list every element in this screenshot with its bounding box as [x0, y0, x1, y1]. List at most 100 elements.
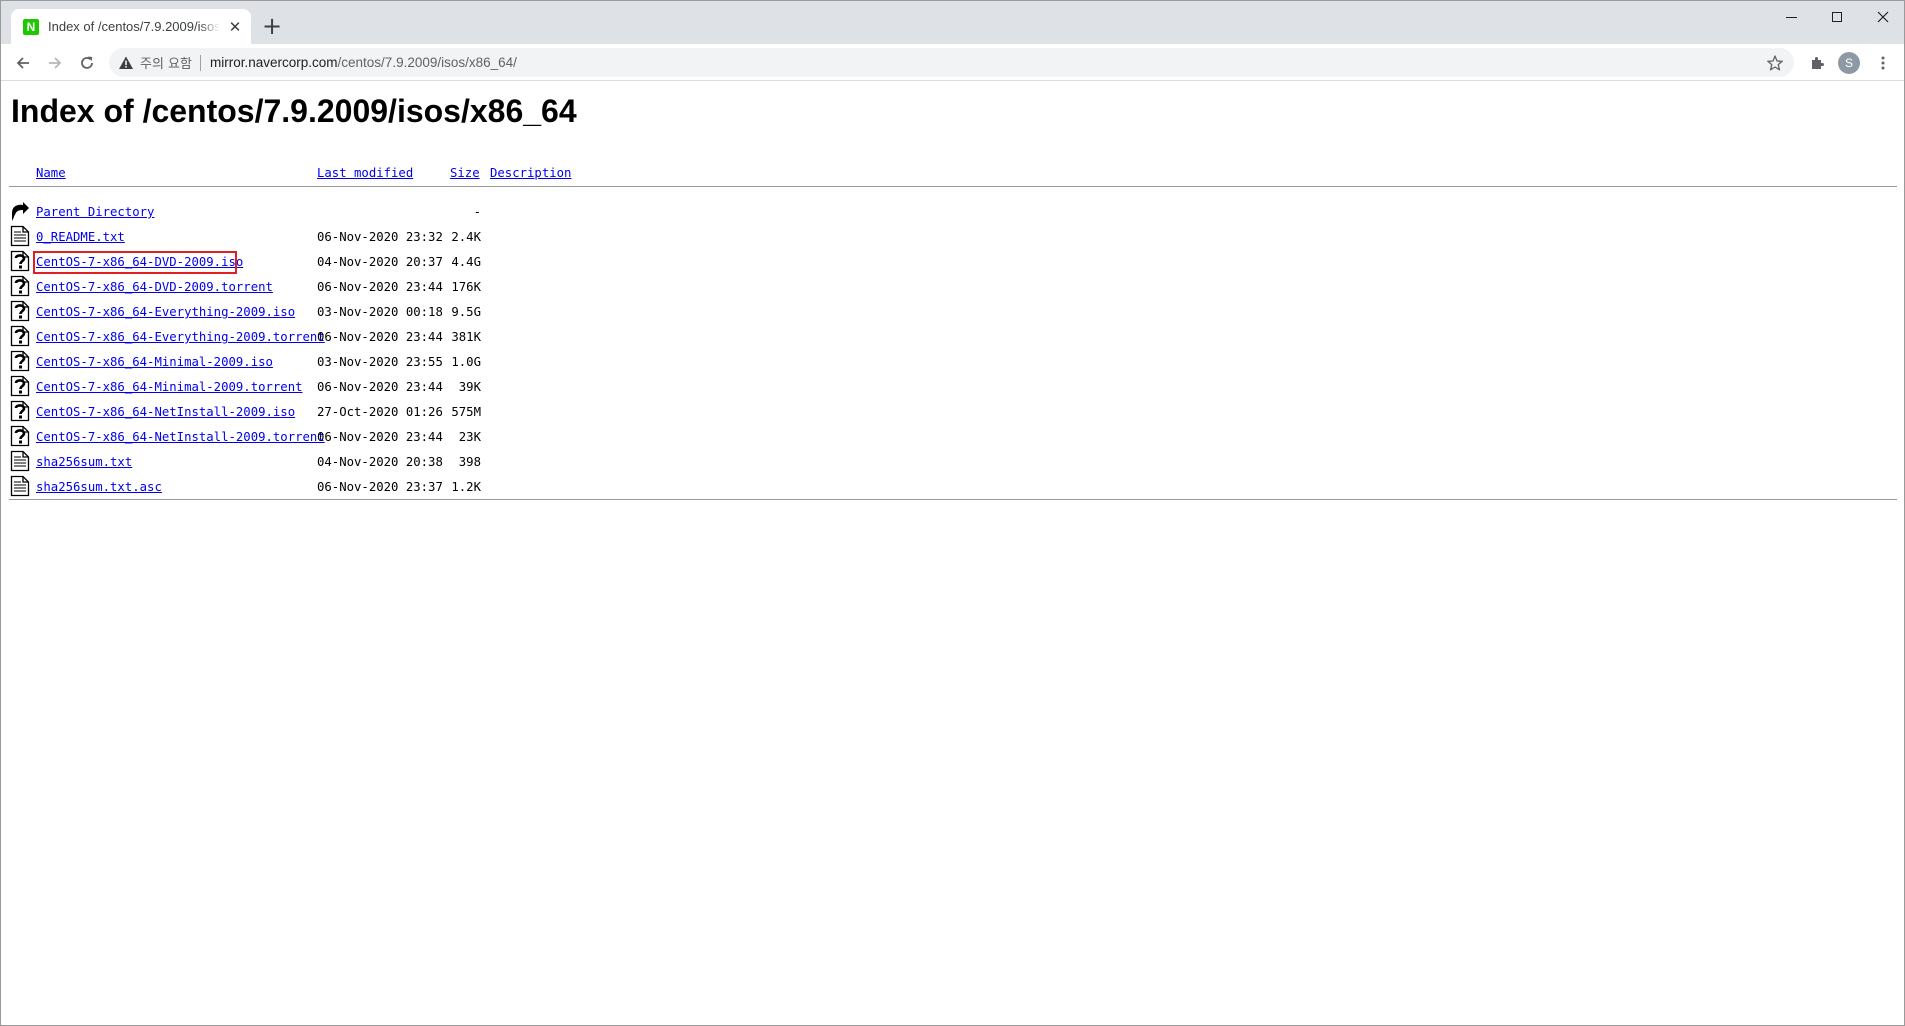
puzzle-icon	[1812, 57, 1824, 69]
file-date: 06-Nov-2020 23:44	[317, 430, 443, 444]
security-status-label[interactable]: 주의 요함	[140, 53, 192, 72]
file-row: sha256sum.txt.asc 06-Nov-2020 23:37 1.2K	[9, 474, 1897, 499]
unknown-file-icon	[10, 250, 30, 272]
tab-title: Index of /centos/7.9.2009/isos/x86_64/	[48, 19, 220, 34]
minimize-button[interactable]	[1768, 3, 1814, 31]
file-row: 0_README.txt 06-Nov-2020 23:32 2.4K	[9, 224, 1897, 249]
kebab-menu-icon	[1881, 56, 1885, 70]
file-row: CentOS-7-x86_64-Everything-2009.iso 03-No…	[9, 299, 1897, 324]
profile-avatar[interactable]: S	[1838, 52, 1860, 74]
file-date: 06-Nov-2020 23:44	[317, 280, 443, 294]
maximize-button[interactable]	[1814, 3, 1860, 31]
file-row: CentOS-7-x86_64-Minimal-2009.iso 03-Nov-2…	[9, 349, 1897, 374]
unknown-file-icon	[10, 300, 30, 322]
menu-button[interactable]	[1869, 49, 1897, 77]
file-link[interactable]: CentOS-7-x86_64-Everything-2009.iso	[36, 305, 295, 319]
file-link[interactable]: CentOS-7-x86_64-DVD-2009.iso	[36, 255, 243, 269]
file-link[interactable]: 0_README.txt	[36, 230, 125, 244]
file-row: CentOS-7-x86_64-Minimal-2009.torrent 06-N…	[9, 374, 1897, 399]
file-size: 9.5G	[451, 305, 481, 319]
star-icon	[1767, 55, 1783, 71]
file-row: sha256sum.txt 04-Nov-2020 20:38 398	[9, 449, 1897, 474]
file-date: 04-Nov-2020 20:38	[317, 455, 443, 469]
footer-divider	[9, 499, 1897, 500]
file-size: 1.0G	[451, 355, 481, 369]
file-date: 06-Nov-2020 23:37	[317, 480, 443, 494]
tab-strip: N Index of /centos/7.9.2009/isos/x86_64/…	[1, 1, 1904, 44]
arrow-left-icon	[16, 57, 29, 69]
unknown-file-icon	[10, 400, 30, 422]
reload-button[interactable]	[73, 49, 101, 77]
file-date: 03-Nov-2020 00:18	[317, 305, 443, 319]
file-link[interactable]: CentOS-7-x86_64-Minimal-2009.torrent	[36, 380, 303, 394]
file-size: 23K	[458, 430, 481, 444]
page-title: Index of /centos/7.9.2009/isos/x86_64	[11, 93, 577, 129]
file-size: 4.4G	[451, 255, 481, 269]
address-divider	[199, 54, 201, 71]
file-date: 04-Nov-2020 20:37	[317, 255, 443, 269]
file-list: 0_README.txt 06-Nov-2020 23:32 2.4K CentOS…	[9, 224, 1897, 499]
file-row: CentOS-7-x86_64-NetInstall-2009.iso 27-Oc…	[9, 399, 1897, 424]
file-row: CentOS-7-x86_64-NetInstall-2009.torrent 0…	[9, 424, 1897, 449]
forward-button[interactable]	[41, 49, 69, 77]
file-size: 575M	[451, 405, 481, 419]
listing-header: Name Last modified Size Description	[9, 160, 1897, 186]
minimize-icon	[1785, 16, 1797, 18]
text-file-icon	[10, 475, 30, 497]
file-date: 03-Nov-2020 23:55	[317, 355, 443, 369]
new-tab-button[interactable]: +	[261, 14, 283, 38]
file-row: CentOS-7-x86_64-Everything-2009.torrent 0…	[9, 324, 1897, 349]
reload-icon	[81, 56, 93, 69]
extensions-button[interactable]	[1803, 49, 1831, 77]
directory-listing: Name Last modified Size Description Pare…	[9, 160, 1897, 500]
file-row: CentOS-7-x86_64-DVD-2009.iso 04-Nov-2020 …	[9, 249, 1897, 274]
parent-size: -	[473, 205, 481, 219]
file-link[interactable]: CentOS-7-x86_64-DVD-2009.torrent	[36, 280, 273, 294]
browser-tab[interactable]: N Index of /centos/7.9.2009/isos/x86_64/…	[11, 9, 251, 44]
naver-favicon-icon: N	[23, 18, 39, 35]
browser-toolbar: 주의 요함 mirror.navercorp.com/centos/7.9.20…	[1, 44, 1904, 81]
back-button[interactable]	[9, 49, 37, 77]
maximize-icon	[1832, 12, 1842, 22]
file-row: CentOS-7-x86_64-DVD-2009.torrent 06-Nov-2…	[9, 274, 1897, 299]
text-file-icon	[10, 450, 30, 472]
file-date: 06-Nov-2020 23:44	[317, 330, 443, 344]
sort-by-size-link[interactable]: Size	[450, 166, 480, 180]
file-link[interactable]: sha256sum.txt.asc	[36, 480, 162, 494]
url-text[interactable]: mirror.navercorp.com/centos/7.9.2009/iso…	[210, 55, 517, 70]
file-link[interactable]: CentOS-7-x86_64-Everything-2009.torrent	[36, 330, 325, 344]
unknown-file-icon	[10, 425, 30, 447]
file-size: 2.4K	[451, 230, 481, 244]
unknown-file-icon	[10, 375, 30, 397]
file-date: 27-Oct-2020 01:26	[317, 405, 443, 419]
sort-by-last-modified-link[interactable]: Last modified	[317, 166, 413, 180]
header-divider	[9, 186, 1897, 187]
arrow-right-icon	[49, 57, 62, 69]
url-path: /centos/7.9.2009/isos/x86_64/	[337, 55, 517, 70]
text-file-icon	[10, 225, 30, 247]
close-window-button[interactable]	[1860, 3, 1905, 31]
file-date: 06-Nov-2020 23:32	[317, 230, 443, 244]
file-link[interactable]: sha256sum.txt	[36, 455, 132, 469]
file-size: 176K	[451, 280, 481, 294]
file-link[interactable]: CentOS-7-x86_64-NetInstall-2009.torrent	[36, 430, 325, 444]
close-icon	[1877, 11, 1889, 23]
unknown-file-icon	[10, 275, 30, 297]
warning-triangle-icon	[118, 55, 134, 71]
file-size: 398	[458, 455, 481, 469]
unknown-file-icon	[10, 325, 30, 347]
file-size: 39K	[458, 380, 481, 394]
sort-by-name-link[interactable]: Name	[36, 166, 66, 180]
parent-directory-row: Parent Directory -	[9, 199, 1897, 224]
sort-by-description-link[interactable]: Description	[490, 166, 571, 180]
bookmark-button[interactable]	[1766, 54, 1784, 72]
address-bar[interactable]: 주의 요함 mirror.navercorp.com/centos/7.9.20…	[109, 48, 1794, 77]
file-size: 381K	[451, 330, 481, 344]
file-link[interactable]: CentOS-7-x86_64-NetInstall-2009.iso	[36, 405, 295, 419]
back-arrow-folder-icon	[12, 202, 29, 221]
unknown-file-icon	[10, 350, 30, 372]
file-date: 06-Nov-2020 23:44	[317, 380, 443, 394]
parent-directory-link[interactable]: Parent Directory	[36, 205, 154, 219]
close-tab-button[interactable]: ✕	[226, 18, 244, 36]
file-link[interactable]: CentOS-7-x86_64-Minimal-2009.iso	[36, 355, 273, 369]
